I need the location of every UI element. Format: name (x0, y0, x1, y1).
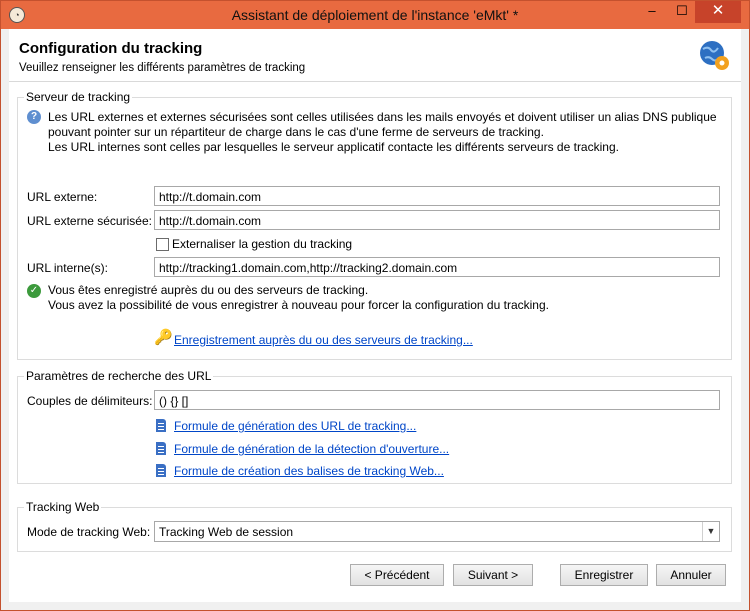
web-tracking-group: Tracking Web Mode de tracking Web: Track… (17, 500, 732, 552)
info-line-3: Les URL internes sont celles par lesquel… (48, 140, 619, 154)
web-tracking-mode-select[interactable]: Tracking Web de session ▼ (154, 521, 720, 542)
save-button[interactable]: Enregistrer (560, 564, 648, 586)
status-line-1: Vous êtes enregistré auprès du ou des se… (48, 283, 369, 297)
cancel-button[interactable]: Annuler (656, 564, 726, 586)
external-url-input[interactable]: http://t.domain.com (154, 186, 720, 206)
internal-url-label: URL interne(s): (27, 261, 108, 275)
check-icon: ✓ (27, 284, 41, 298)
web-tracking-mode-value: Tracking Web de session (159, 525, 294, 539)
formula-doc-icon (156, 419, 166, 432)
info-line-1: Les URL externes et externes sécurisées … (48, 110, 717, 124)
external-url-label: URL externe: (27, 190, 98, 204)
globe-gear-icon (700, 41, 729, 70)
wizard-body: Serveur de tracking ? Les URL externes e… (9, 82, 741, 602)
url-search-group: Paramètres de recherche des URL Couples … (17, 369, 732, 484)
title-bar[interactable]: ◔ Assistant de déploiement de l'instance… (1, 1, 749, 29)
page-subtitle: Veuillez renseigner les différents param… (19, 62, 306, 74)
formula-doc-icon (156, 464, 166, 477)
delimiters-input[interactable]: () {} [] (154, 390, 720, 410)
web-tracking-mode-label: Mode de tracking Web: (27, 525, 151, 539)
register-link[interactable]: Enregistrement auprès du ou des serveurs… (174, 333, 473, 347)
page-title: Configuration du tracking (19, 40, 203, 57)
tracking-server-group: Serveur de tracking ? Les URL externes e… (17, 90, 732, 360)
chevron-down-icon[interactable]: ▼ (702, 522, 719, 541)
next-button[interactable]: Suivant > (453, 564, 533, 586)
open-detection-formula-link[interactable]: Formule de génération de la détection d'… (174, 442, 449, 456)
info-line-2: pouvant pointer sur un répartiteur de ch… (48, 125, 544, 139)
secure-url-label: URL externe sécurisée: (27, 214, 152, 228)
minimize-button[interactable]: – (637, 1, 667, 23)
outsource-label[interactable]: Externaliser la gestion du tracking (172, 237, 352, 251)
previous-button[interactable]: < Précédent (350, 564, 444, 586)
wizard-window: ◔ Assistant de déploiement de l'instance… (0, 0, 750, 611)
web-tracking-tags-formula-link[interactable]: Formule de création des balises de track… (174, 464, 444, 478)
internal-url-input[interactable]: http://tracking1.domain.com,http://track… (154, 257, 720, 277)
maximize-button[interactable]: ☐ (667, 1, 697, 23)
secure-url-input[interactable]: http://t.domain.com (154, 210, 720, 230)
group-title-web-tracking: Tracking Web (24, 500, 102, 514)
key-icon: 🔑 (154, 329, 173, 346)
group-title-url-search: Paramètres de recherche des URL (24, 369, 214, 383)
close-button[interactable]: ✕ (695, 1, 741, 23)
info-icon: ? (27, 110, 41, 124)
tracking-url-formula-link[interactable]: Formule de génération des URL de trackin… (174, 419, 416, 433)
wizard-header: Configuration du tracking Veuillez rense… (9, 29, 741, 82)
status-line-2: Vous avez la possibilité de vous enregis… (48, 298, 549, 312)
formula-doc-icon (156, 442, 166, 455)
outsource-checkbox[interactable] (156, 238, 169, 251)
delimiters-label: Couples de délimiteurs: (27, 394, 153, 408)
group-title-tracking-server: Serveur de tracking (24, 90, 133, 104)
